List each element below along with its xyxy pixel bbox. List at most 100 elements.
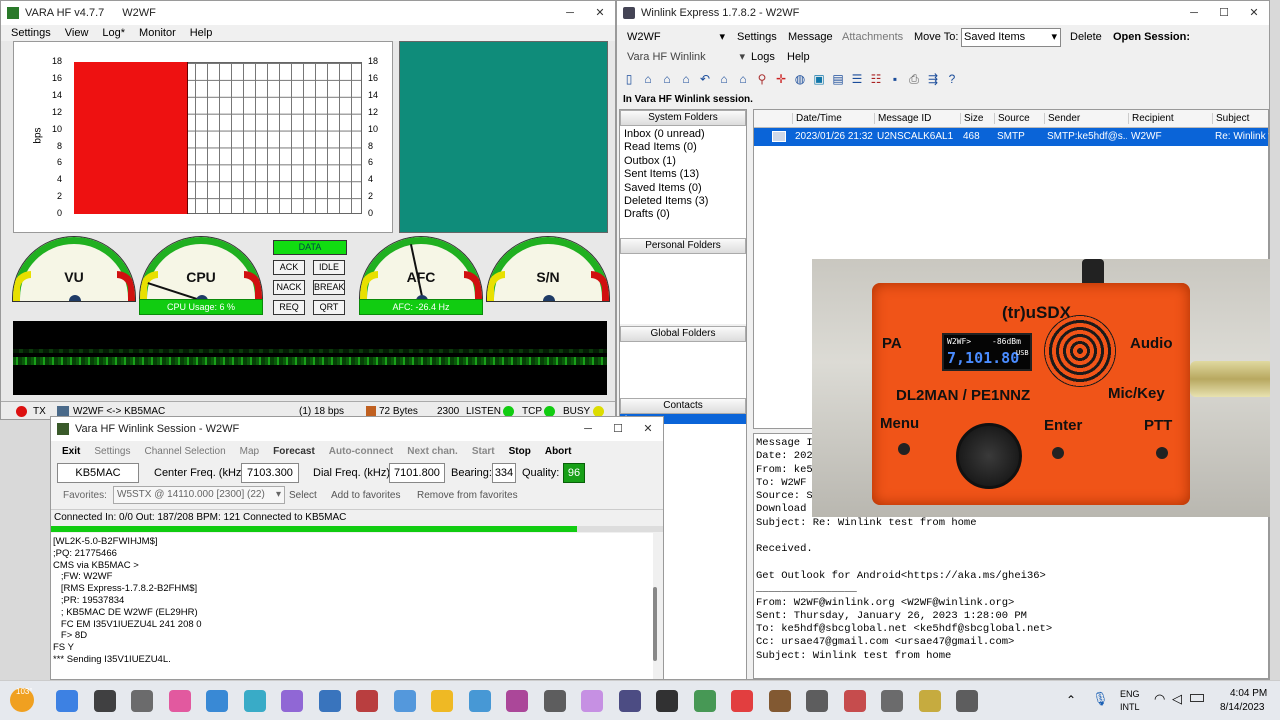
open-session-label[interactable]: Open Session: <box>1113 31 1190 43</box>
column-header[interactable]: Source <box>994 113 1044 124</box>
select-button[interactable]: Select <box>289 490 317 501</box>
add-favorite-button[interactable]: Add to favorites <box>331 490 400 501</box>
app-icon[interactable] <box>581 690 603 712</box>
speaker-icon[interactable]: ◁ <box>1172 691 1182 707</box>
app-icon[interactable] <box>393 690 416 712</box>
close-icon[interactable]: ✕ <box>1239 1 1269 25</box>
folder-deleted[interactable]: Deleted Items (3) <box>624 195 742 208</box>
list-icon[interactable]: ▤ <box>830 71 846 87</box>
vscode-icon[interactable] <box>206 690 228 712</box>
remove-favorite-button[interactable]: Remove from favorites <box>417 490 518 501</box>
winlink-titlebar[interactable]: Winlink Express 1.7.8.2 - W2WF ─ ☐ ✕ <box>617 1 1269 25</box>
menu-attachments[interactable]: Attachments <box>842 31 903 43</box>
auto-connect-button[interactable]: Auto-connect <box>329 446 393 457</box>
house-icon[interactable]: ⌂ <box>735 71 751 87</box>
reply-icon[interactable]: ↶ <box>697 71 713 87</box>
app-icon[interactable] <box>881 690 903 712</box>
close-icon[interactable]: ✕ <box>633 417 663 441</box>
house-icon[interactable]: ⌂ <box>678 71 694 87</box>
settings-button[interactable]: Settings <box>94 446 130 457</box>
list-icon[interactable]: ☷ <box>868 71 884 87</box>
table-row[interactable]: 2023/01/26 21:32 U2NSCALK6AL1 468 SMTP SMTP:… <box>754 128 1269 146</box>
station-field[interactable]: KB5MAC <box>57 463 139 483</box>
crosshair-icon[interactable]: ✛ <box>773 71 789 87</box>
channel-selection-button[interactable]: Channel Selection <box>144 446 225 457</box>
house-icon[interactable]: ⌂ <box>640 71 656 87</box>
column-header[interactable]: Recipient <box>1128 113 1212 124</box>
save-icon[interactable]: ▪ <box>887 71 903 87</box>
maximize-icon[interactable]: ☐ <box>603 417 633 441</box>
global-folders-header[interactable]: Global Folders <box>620 326 746 342</box>
wifi-icon[interactable]: ◠ <box>1154 691 1165 707</box>
app-icon[interactable] <box>243 690 266 712</box>
abort-button[interactable]: Abort <box>545 446 572 457</box>
app-icon[interactable] <box>618 690 641 712</box>
folder-outbox[interactable]: Outbox (1) <box>624 155 742 168</box>
app-icon[interactable] <box>806 690 828 712</box>
close-icon[interactable]: ✕ <box>585 1 615 25</box>
minimize-icon[interactable]: ─ <box>573 417 603 441</box>
minimize-icon[interactable]: ─ <box>1179 1 1209 25</box>
folder-saved[interactable]: Saved Items (0) <box>624 182 742 195</box>
house-icon[interactable]: ⌂ <box>659 71 675 87</box>
app-icon[interactable] <box>356 690 378 712</box>
app-icon[interactable] <box>693 690 716 712</box>
column-header[interactable]: Message ID <box>874 113 960 124</box>
menu-settings[interactable]: Settings <box>737 31 777 43</box>
folder-sent[interactable]: Sent Items (13) <box>624 168 742 181</box>
app-icon[interactable] <box>468 690 491 712</box>
list-icon[interactable]: ☰ <box>849 71 865 87</box>
app-icon[interactable] <box>843 690 866 712</box>
app-icon[interactable] <box>543 690 566 712</box>
search-icon[interactable]: ⚲ <box>754 71 770 87</box>
column-header[interactable]: Size <box>960 113 994 124</box>
folder-inbox[interactable]: Inbox (0 unread) <box>624 128 742 141</box>
map-button[interactable]: Map <box>240 446 259 457</box>
personal-folders-header[interactable]: Personal Folders <box>620 238 746 254</box>
search-icon[interactable] <box>93 690 116 712</box>
winlink-task-icon[interactable] <box>506 690 528 712</box>
folder-read[interactable]: Read Items (0) <box>624 141 742 154</box>
mode-select[interactable]: Vara HF Winlink ▾ <box>623 48 749 66</box>
clock-time[interactable]: 4:04 PM <box>1230 688 1267 699</box>
menu-message[interactable]: Message <box>788 31 833 43</box>
chevron-up-icon[interactable]: ⌃ <box>1066 693 1076 707</box>
lang-2[interactable]: INTL <box>1120 702 1140 712</box>
clock-date[interactable]: 8/14/2023 <box>1220 702 1265 713</box>
session-titlebar[interactable]: Vara HF Winlink Session - W2WF ─ ☐ ✕ <box>51 417 663 441</box>
vara-menu-log[interactable]: Log* <box>102 27 125 39</box>
app-icon[interactable] <box>281 690 303 712</box>
column-header[interactable]: Date/Time <box>792 113 874 124</box>
battery-icon[interactable] <box>1190 694 1204 702</box>
dial-freq-field[interactable]: 7101.800 <box>389 463 445 483</box>
menu-logs[interactable]: Logs <box>751 51 775 63</box>
scrollbar[interactable] <box>653 587 657 661</box>
center-freq-field[interactable]: 7103.300 <box>241 463 299 483</box>
exit-button[interactable]: Exit <box>62 446 80 457</box>
folder-icon[interactable] <box>431 690 453 712</box>
grid-icon[interactable]: ▣ <box>811 71 827 87</box>
app-icon[interactable] <box>656 690 678 712</box>
app-icon[interactable] <box>318 690 341 712</box>
minimize-icon[interactable]: ─ <box>555 1 585 25</box>
column-header[interactable]: Subject <box>1212 113 1269 124</box>
folder-drafts[interactable]: Drafts (0) <box>624 208 742 221</box>
app-icon[interactable] <box>168 690 191 712</box>
vara-menu-settings[interactable]: Settings <box>11 27 51 39</box>
arrows-icon[interactable]: ⇶ <box>925 71 941 87</box>
favorites-select[interactable]: W5STX @ 14110.000 [2300] (22) ▾ <box>113 486 285 504</box>
vara-titlebar[interactable]: VARA HF v4.7.7 W2WF ─ ✕ <box>1 1 615 25</box>
app-icon[interactable] <box>768 690 791 712</box>
maximize-icon[interactable]: ☐ <box>1209 1 1239 25</box>
next-channel-button[interactable]: Next chan. <box>407 446 458 457</box>
forecast-button[interactable]: Forecast <box>273 446 315 457</box>
globe-icon[interactable]: ◍ <box>792 71 808 87</box>
print-icon[interactable]: ⎙ <box>906 71 922 87</box>
task-view-icon[interactable] <box>131 690 153 712</box>
start-button[interactable]: Start <box>472 446 495 457</box>
vara-menu-view[interactable]: View <box>65 27 89 39</box>
moveto-select[interactable]: Saved Items ▾ <box>961 28 1061 47</box>
windows-start-icon[interactable] <box>56 690 78 712</box>
new-message-icon[interactable]: ▯ <box>621 71 637 87</box>
contacts-header[interactable]: Contacts <box>620 398 746 414</box>
